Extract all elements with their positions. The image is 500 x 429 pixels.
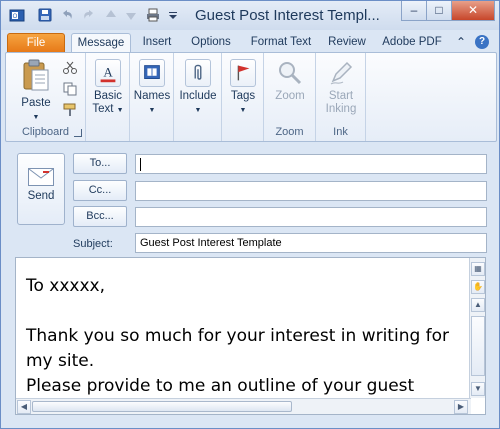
group-include: Include ▼ xyxy=(174,53,222,141)
print-icon[interactable] xyxy=(145,7,161,23)
svg-text:A: A xyxy=(103,65,113,80)
text-caret xyxy=(140,157,141,171)
group-basic-text: A Basic Text ▼ xyxy=(86,53,130,141)
copy-icon[interactable] xyxy=(62,82,78,96)
minimize-ribbon-icon[interactable]: ⌃ xyxy=(456,35,466,49)
scroll-left-icon[interactable]: ◀ xyxy=(17,400,31,414)
tab-review[interactable]: Review xyxy=(326,33,368,53)
group-ink: Start Inking Ink xyxy=(316,53,366,141)
paste-label: Paste xyxy=(21,97,51,109)
title-bar: O Guest Post Interest Templ... – □ ✕ xyxy=(1,1,499,30)
message-body-text[interactable]: To xxxxx, Thank you so much for your int… xyxy=(26,274,466,399)
pan-hand-icon[interactable]: ✋ xyxy=(471,280,485,294)
up-arrow-icon[interactable] xyxy=(103,7,119,23)
names-dropdown-arrow-icon: ▼ xyxy=(148,107,156,114)
basic-text-button[interactable]: A Basic Text ▼ xyxy=(88,59,128,117)
zoom-group-label: Zoom xyxy=(275,126,304,138)
minimize-button[interactable]: – xyxy=(401,1,427,21)
tab-insert[interactable]: Insert xyxy=(139,33,175,53)
body-paragraph-2: Please provide to me an outline of your … xyxy=(26,376,415,396)
pen-icon xyxy=(330,61,353,85)
group-zoom: Zoom Zoom xyxy=(264,53,316,141)
vertical-scrollbar[interactable]: ▦ ✋ ▲ ▼ xyxy=(469,258,485,398)
body-greeting: To xxxxx, xyxy=(26,276,106,296)
ink-label-2: Inking xyxy=(325,103,357,115)
ink-group-label: Ink xyxy=(333,126,348,138)
address-book-icon xyxy=(139,59,165,87)
redo-icon[interactable] xyxy=(81,7,97,23)
horizontal-scrollbar[interactable]: ◀ ▶ xyxy=(16,398,471,414)
tab-message[interactable]: Message xyxy=(71,33,131,54)
tab-file[interactable]: File xyxy=(7,33,65,53)
cc-field[interactable] xyxy=(135,181,487,201)
start-inking-button[interactable]: Start Inking xyxy=(319,59,363,116)
flag-icon xyxy=(230,59,256,87)
scroll-right-icon[interactable]: ▶ xyxy=(454,400,468,414)
subject-field[interactable]: Guest Post Interest Template xyxy=(135,233,487,253)
clipboard-dialog-launcher-icon[interactable] xyxy=(74,129,82,137)
tags-dropdown-arrow-icon: ▼ xyxy=(239,107,247,114)
window-title: Guest Post Interest Templ... xyxy=(195,7,380,24)
include-dropdown-arrow-icon: ▼ xyxy=(194,107,202,114)
send-envelope-icon xyxy=(28,168,54,186)
message-header: Send To... Cc... Bcc... Subject: Guest P… xyxy=(5,145,497,255)
tab-adobe-pdf[interactable]: Adobe PDF xyxy=(379,33,445,53)
to-button[interactable]: To... xyxy=(73,153,127,174)
basic-text-label-2: Text xyxy=(92,103,114,115)
undo-icon[interactable] xyxy=(59,7,75,23)
help-icon[interactable]: ? xyxy=(475,35,489,49)
group-tags: Tags ▼ xyxy=(222,53,264,141)
include-button[interactable]: Include ▼ xyxy=(176,59,220,117)
close-button[interactable]: ✕ xyxy=(451,1,495,21)
maximize-button[interactable]: □ xyxy=(426,1,452,21)
paste-icon xyxy=(23,59,49,91)
ribbon-tabs: File Message Insert Options Format Text … xyxy=(1,30,499,54)
paste-dropdown-arrow-icon: ▼ xyxy=(32,114,40,121)
send-label: Send xyxy=(27,190,55,202)
to-field[interactable] xyxy=(135,154,487,174)
group-clipboard: Paste ▼ Clipboard xyxy=(6,53,86,141)
ink-label-1: Start xyxy=(328,90,354,102)
message-body[interactable]: To xxxxx, Thank you so much for your int… xyxy=(15,257,486,415)
basic-text-dropdown-arrow-icon: ▼ xyxy=(116,107,124,114)
cc-button[interactable]: Cc... xyxy=(73,180,127,201)
tags-button[interactable]: Tags ▼ xyxy=(224,59,262,117)
zoom-button[interactable]: Zoom xyxy=(268,59,312,103)
bcc-button[interactable]: Bcc... xyxy=(73,206,127,227)
basic-text-icon: A xyxy=(95,59,121,87)
scroll-down-icon[interactable]: ▼ xyxy=(471,382,485,396)
down-arrow-icon[interactable] xyxy=(123,7,139,23)
scroll-up-icon[interactable]: ▲ xyxy=(471,298,485,312)
tab-options[interactable]: Options xyxy=(187,33,235,53)
tags-label: Tags xyxy=(230,90,256,102)
customize-qat-icon[interactable] xyxy=(167,7,179,23)
format-painter-icon[interactable] xyxy=(62,103,78,117)
vertical-scroll-thumb[interactable] xyxy=(471,316,485,376)
names-label: Names xyxy=(133,90,171,102)
names-button[interactable]: Names ▼ xyxy=(132,59,172,117)
include-label: Include xyxy=(179,90,217,102)
horizontal-scroll-thumb[interactable] xyxy=(32,401,292,412)
tab-format-text[interactable]: Format Text xyxy=(248,33,314,53)
basic-text-label-1: Basic xyxy=(93,90,123,102)
outlook-message-window: O Guest Post Interest Templ... – □ ✕ Fil… xyxy=(0,0,500,429)
zoom-label: Zoom xyxy=(275,90,305,102)
paperclip-icon xyxy=(185,59,211,87)
ribbon: Paste ▼ Clipboard A Basic Text ▼ Names ▼… xyxy=(5,52,497,142)
group-names: Names ▼ xyxy=(130,53,174,141)
bcc-field[interactable] xyxy=(135,207,487,227)
svg-text:O: O xyxy=(13,14,18,20)
save-icon[interactable] xyxy=(37,7,53,23)
outlook-app-icon[interactable]: O xyxy=(9,7,25,23)
magnifier-icon xyxy=(279,62,302,85)
view-ruler-icon[interactable]: ▦ xyxy=(471,262,485,276)
cut-icon[interactable] xyxy=(62,61,78,75)
body-paragraph-1: Thank you so much for your interest in w… xyxy=(26,326,450,371)
subject-label: Subject: xyxy=(73,238,113,250)
send-button[interactable]: Send xyxy=(17,153,65,225)
paste-button[interactable]: Paste ▼ xyxy=(14,59,58,124)
